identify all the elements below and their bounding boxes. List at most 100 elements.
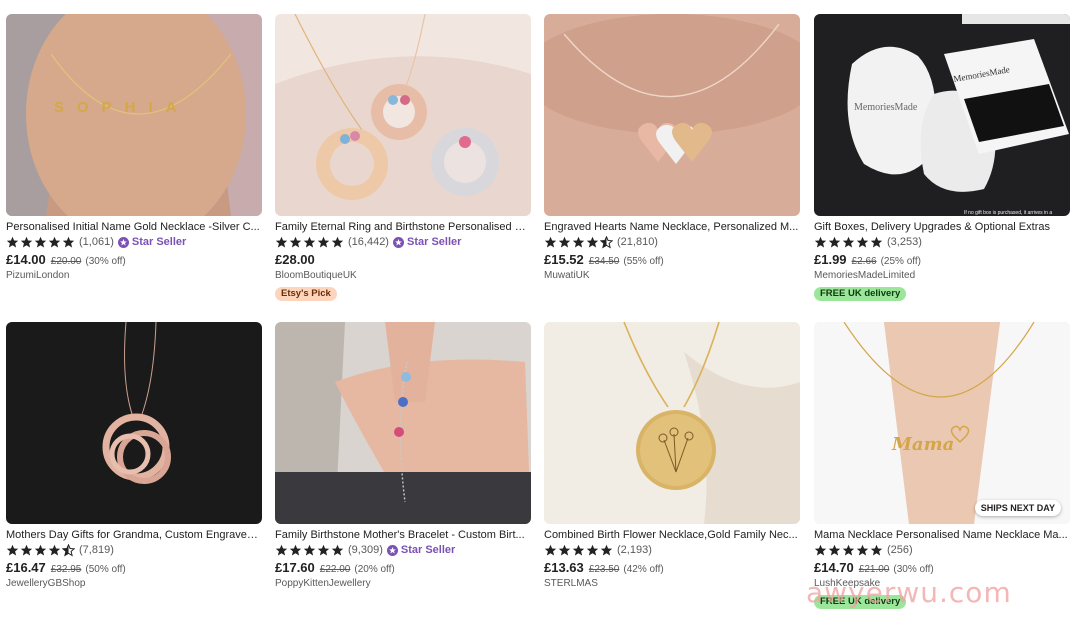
listing-image[interactable]	[275, 14, 531, 216]
star-icon	[331, 544, 344, 557]
star-icon	[842, 236, 855, 249]
brand-label: MemoriesMade	[854, 102, 918, 113]
star-icon	[48, 544, 61, 557]
original-price: £22.00	[319, 564, 351, 575]
listing-title[interactable]: Personalised Initial Name Gold Necklace …	[6, 220, 262, 234]
star-icon	[828, 544, 841, 557]
shop-name[interactable]: BloomBoutiqueUK	[275, 270, 357, 281]
review-count: (1,061)	[79, 236, 114, 248]
watermark: awyerwu.com	[806, 576, 1012, 609]
review-count: (3,253)	[887, 236, 922, 248]
star-icon	[34, 236, 47, 249]
shop-name[interactable]: PizumiLondon	[6, 270, 69, 281]
star-icon	[34, 544, 47, 557]
review-count: (21,810)	[617, 236, 658, 248]
listing-title[interactable]: Family Eternal Ring and Birthstone Perso…	[275, 220, 531, 234]
listing-title[interactable]: Gift Boxes, Delivery Upgrades & Optional…	[814, 220, 1070, 234]
review-count: (2,193)	[617, 544, 652, 556]
star-icon	[870, 544, 883, 557]
star-rating	[544, 235, 613, 249]
star-rating	[6, 543, 75, 557]
shop-name[interactable]: JewelleryGBShop	[6, 578, 85, 589]
mama-necklace-photo: Mama	[814, 322, 1070, 524]
etsys-pick-badge: Etsy's Pick	[275, 287, 337, 301]
listing-title[interactable]: Mama Necklace Personalised Name Necklace…	[814, 528, 1070, 542]
star-seller-label: Star Seller	[406, 236, 462, 248]
star-rating	[6, 236, 75, 249]
necklace-photo: SOPHIA	[6, 14, 262, 216]
listing-title[interactable]: Mothers Day Gifts for Grandma, Custom En…	[6, 528, 262, 542]
star-icon	[558, 236, 571, 249]
star-rating	[275, 544, 344, 557]
star-icon	[856, 236, 869, 249]
star-rating	[544, 544, 613, 557]
discount: (25% off)	[880, 256, 921, 267]
gift-note: If no gift box is purchased, it arrives …	[964, 210, 1052, 216]
star-icon	[572, 236, 585, 249]
price: £28.00	[275, 252, 315, 267]
listing-image[interactable]	[544, 322, 800, 524]
discount: (55% off)	[623, 256, 664, 267]
rating: (9,309) Star Seller	[275, 543, 455, 557]
star-icon	[814, 544, 827, 557]
star-rating	[814, 544, 883, 557]
star-seller-badge: Star Seller	[117, 236, 186, 248]
original-price: £2.66	[851, 256, 877, 267]
rating: (7,819)	[6, 543, 114, 557]
discount: (20% off)	[354, 564, 395, 575]
original-price: £23.50	[588, 564, 620, 575]
listing-image[interactable]	[544, 14, 800, 216]
star-icon	[586, 236, 599, 249]
star-icon	[289, 544, 302, 557]
hearts-necklace-photo	[544, 14, 800, 216]
star-seller-icon	[386, 544, 398, 556]
star-seller-badge: Star Seller	[392, 236, 462, 248]
ships-next-day-badge: SHIPS NEXT DAY	[974, 500, 1061, 516]
star-rating	[275, 236, 344, 249]
original-price: £32.95	[50, 564, 82, 575]
listing-image[interactable]: SOPHIA	[6, 14, 262, 216]
review-count: (256)	[887, 544, 913, 556]
star-icon	[20, 236, 33, 249]
star-seller-badge: Star Seller	[386, 544, 456, 556]
discount: (50% off)	[85, 564, 126, 575]
star-icon	[331, 236, 344, 249]
listing-image[interactable]	[275, 322, 531, 524]
star-icon	[856, 544, 869, 557]
listing-image[interactable]	[6, 322, 262, 524]
price-row: £15.52 £34.50 (55% off)	[544, 252, 664, 268]
star-icon	[275, 544, 288, 557]
star-seller-label: Star Seller	[400, 544, 456, 556]
star-icon	[814, 236, 827, 249]
shop-name[interactable]: MemoriesMadeLimited	[814, 270, 915, 281]
shop-name[interactable]: STERLMAS	[544, 578, 598, 589]
star-icon	[600, 544, 613, 557]
star-icon	[62, 543, 75, 557]
star-seller-icon	[117, 236, 129, 248]
discount: (42% off)	[623, 564, 664, 575]
shop-name[interactable]: PoppyKittenJewellery	[275, 578, 371, 589]
price-row: £17.60 £22.00 (20% off)	[275, 560, 395, 576]
star-rating	[814, 236, 883, 249]
listing-image[interactable]: MemoriesMade MemoriesMade If no gift box…	[814, 14, 1070, 216]
rating: (1,061) Star Seller	[6, 235, 186, 249]
listing-title[interactable]: Combined Birth Flower Necklace,Gold Fami…	[544, 528, 800, 542]
price: £1.99	[814, 252, 847, 267]
price-row: £1.99 £2.66 (25% off)	[814, 252, 921, 268]
shop-name[interactable]: MuwatiUK	[544, 270, 590, 281]
listing-title[interactable]: Engraved Hearts Name Necklace, Personali…	[544, 220, 800, 234]
original-price: £21.00	[858, 564, 890, 575]
birth-flower-photo	[544, 322, 800, 524]
review-count: (9,309)	[348, 544, 383, 556]
rating: (3,253)	[814, 235, 922, 249]
listing-image[interactable]: Mama SHIPS NEXT DAY	[814, 322, 1070, 524]
original-price: £34.50	[588, 256, 620, 267]
ring-pendant-photo	[6, 322, 262, 524]
price-row: £16.47 £32.95 (50% off)	[6, 560, 126, 576]
listing-title[interactable]: Family Birthstone Mother's Bracelet - Cu…	[275, 528, 531, 542]
price: £14.00	[6, 252, 46, 267]
star-icon	[558, 544, 571, 557]
price: £13.63	[544, 560, 584, 575]
discount: (30% off)	[85, 256, 126, 267]
star-seller-icon	[392, 236, 404, 248]
